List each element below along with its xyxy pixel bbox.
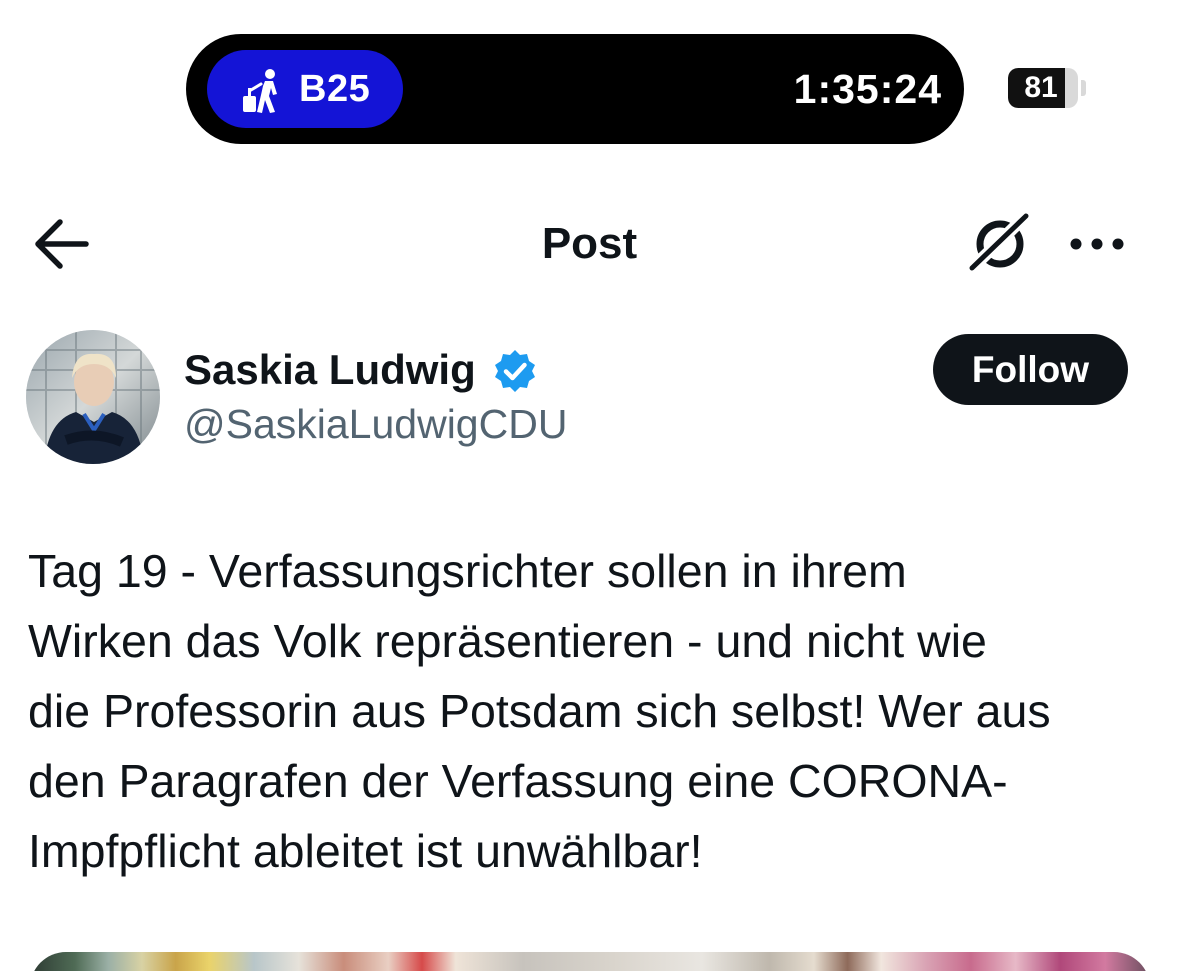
- traveler-with-luggage-icon: [243, 69, 277, 113]
- verified-badge-icon: [495, 350, 535, 392]
- post-text-line: den Paragrafen der Verfassung eine CORON…: [28, 755, 1008, 807]
- author-name[interactable]: Saskia Ludwig: [184, 342, 476, 398]
- more-options-button[interactable]: [1062, 222, 1132, 266]
- author-handle[interactable]: @SaskiaLudwigCDU: [184, 396, 567, 452]
- battery-level: 81: [1024, 71, 1058, 104]
- post-text: Tag 19 - Verfassungsrichter sollen in ih…: [28, 536, 1158, 886]
- timer-readout: 1:35:24: [793, 66, 942, 112]
- gate-label: B25: [299, 68, 371, 110]
- post-media-image[interactable]: [30, 952, 1150, 971]
- battery-indicator: 81: [1008, 68, 1078, 108]
- follow-button[interactable]: Follow: [933, 334, 1128, 405]
- more-horizontal-icon: [1070, 238, 1124, 250]
- screen: B25 1:35:24 81 Post Saskia Ludwig @Saski…: [0, 0, 1179, 971]
- grok-button[interactable]: [964, 208, 1036, 280]
- post-text-line: Tag 19 - Verfassungsrichter sollen in ih…: [28, 545, 907, 597]
- dynamic-island[interactable]: B25 1:35:24: [186, 34, 964, 144]
- post-text-line: die Professorin aus Potsdam sich selbst!…: [28, 685, 1051, 737]
- post-text-line: Impfpflicht ableitet ist unwählbar!: [28, 825, 703, 877]
- avatar-image: [26, 330, 160, 464]
- grok-icon: [964, 208, 1034, 276]
- post-text-line: Wirken das Volk repräsentieren - und nic…: [28, 615, 987, 667]
- avatar[interactable]: [26, 330, 160, 464]
- battery-nub: [1081, 80, 1086, 96]
- gate-live-activity[interactable]: B25: [207, 50, 403, 128]
